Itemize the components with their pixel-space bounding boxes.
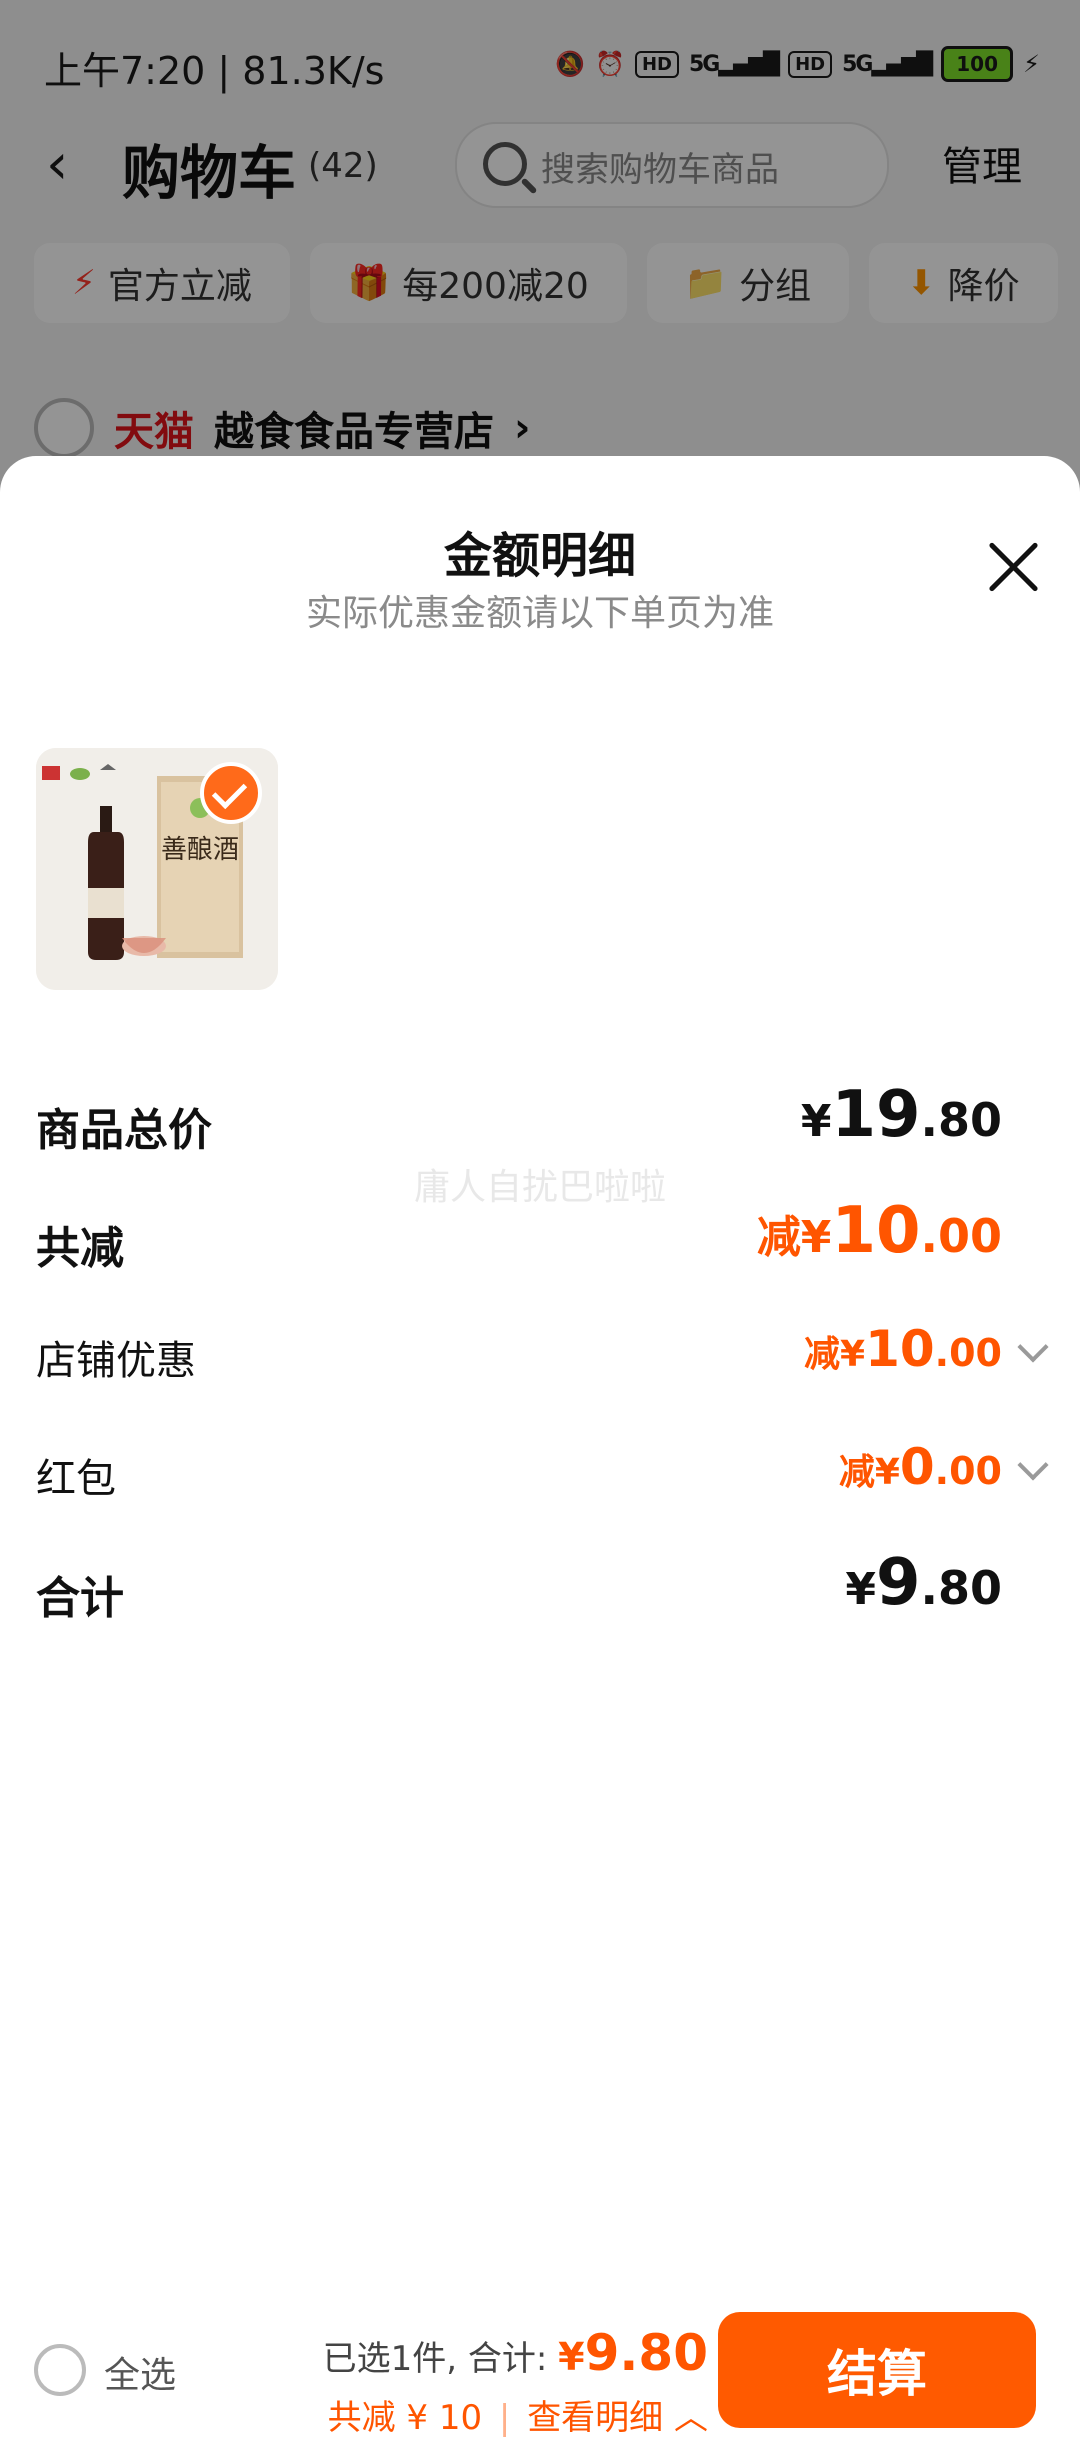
store-discount-label: 店铺优惠: [36, 1338, 196, 1384]
sum-currency: ¥: [558, 2335, 585, 2379]
divider: |: [498, 2398, 511, 2438]
selected-summary: 已选1件, 合计: ¥9.80: [323, 2324, 708, 2382]
sum-label: 合计: [36, 1573, 124, 1624]
amount-detail-sheet: 金额明细 实际优惠金额请以下单页为准 善酿酒 庸人自扰巴啦啦 商品总价 ¥19.…: [0, 456, 1080, 2460]
total-price-value: ¥19.80: [800, 1078, 1002, 1152]
total-discount-value: 减¥10.00: [756, 1194, 1002, 1268]
select-all-label[interactable]: 全选: [104, 2346, 176, 2398]
sum-value: ¥9.80: [845, 1546, 1002, 1620]
total-price-label: 商品总价: [36, 1105, 212, 1156]
checkout-button[interactable]: 结算: [718, 2312, 1036, 2428]
product-box-text: 善酿酒: [161, 835, 239, 865]
discount-summary[interactable]: 共减 ¥ 10 | 查看明细 ︿: [328, 2390, 708, 2439]
discount-text: 共减 ¥ 10: [327, 2398, 483, 2438]
chevron-up-icon: ︿: [674, 2398, 708, 2438]
close-icon[interactable]: [983, 538, 1043, 598]
view-details-link[interactable]: 查看明细: [527, 2398, 663, 2438]
selected-check-icon[interactable]: [200, 762, 262, 824]
select-all-radio[interactable]: [34, 2344, 86, 2396]
chevron-down-icon[interactable]: [1017, 1331, 1049, 1363]
selected-count-text: 已选1件, 合计:: [322, 2339, 548, 2379]
chevron-down-icon[interactable]: [1017, 1449, 1049, 1481]
store-discount-value[interactable]: 减¥10.00: [804, 1320, 1002, 1378]
red-packet-label: 红包: [36, 1456, 116, 1502]
total-discount-label: 共减: [36, 1223, 124, 1274]
red-packet-value[interactable]: 减¥0.00: [839, 1438, 1002, 1496]
sum-amount: 9.80: [584, 2324, 708, 2382]
sheet-title: 金额明细: [443, 528, 636, 584]
checkout-bar: 全选 已选1件, 合计: ¥9.80 共减 ¥ 10 | 查看明细 ︿ 结算: [0, 2278, 1080, 2460]
sheet-subtitle: 实际优惠金额请以下单页为准: [305, 593, 774, 634]
